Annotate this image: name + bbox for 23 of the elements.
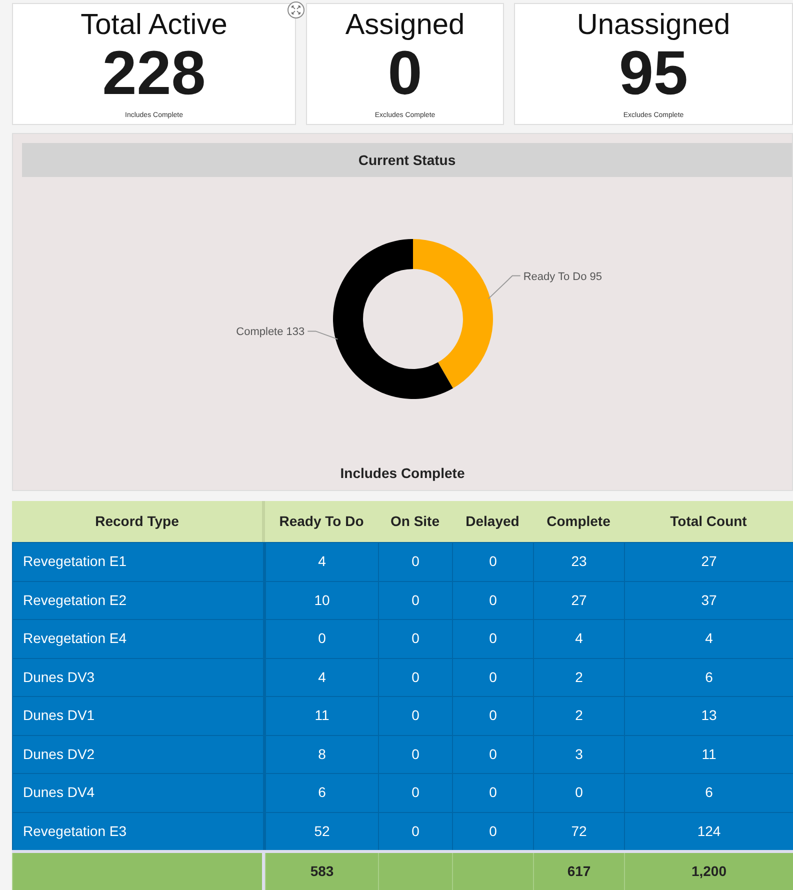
expand-icon[interactable]: [287, 1, 305, 19]
total-cell: 617: [533, 853, 624, 890]
slice-label: Complete: [236, 326, 284, 338]
card-value: 95: [619, 43, 688, 105]
card-value: 228: [102, 43, 206, 105]
data-label: 95: [590, 270, 602, 283]
column-header: Delayed: [464, 512, 520, 531]
column-header: Ready To Do: [278, 512, 365, 531]
panel-title: Current Status: [358, 150, 456, 170]
card-value: 0: [388, 43, 422, 105]
card-title: Total Active: [80, 8, 228, 43]
total-cell: 1,200: [624, 853, 793, 890]
card-title: Unassigned: [576, 8, 730, 43]
column-header: Total Count: [669, 512, 748, 531]
slice-label: Ready To Do: [523, 270, 587, 283]
card-title: Assigned: [345, 8, 465, 43]
data-label: 133: [286, 326, 305, 338]
total-cell: 583: [265, 853, 378, 890]
slice-label: Complete 133: [236, 326, 338, 340]
slice-label: Ready To Do 95: [488, 270, 602, 300]
column-header: Complete: [546, 512, 612, 531]
chart-footnote: Includes Complete: [340, 464, 465, 483]
column-header: On Site: [389, 512, 440, 531]
